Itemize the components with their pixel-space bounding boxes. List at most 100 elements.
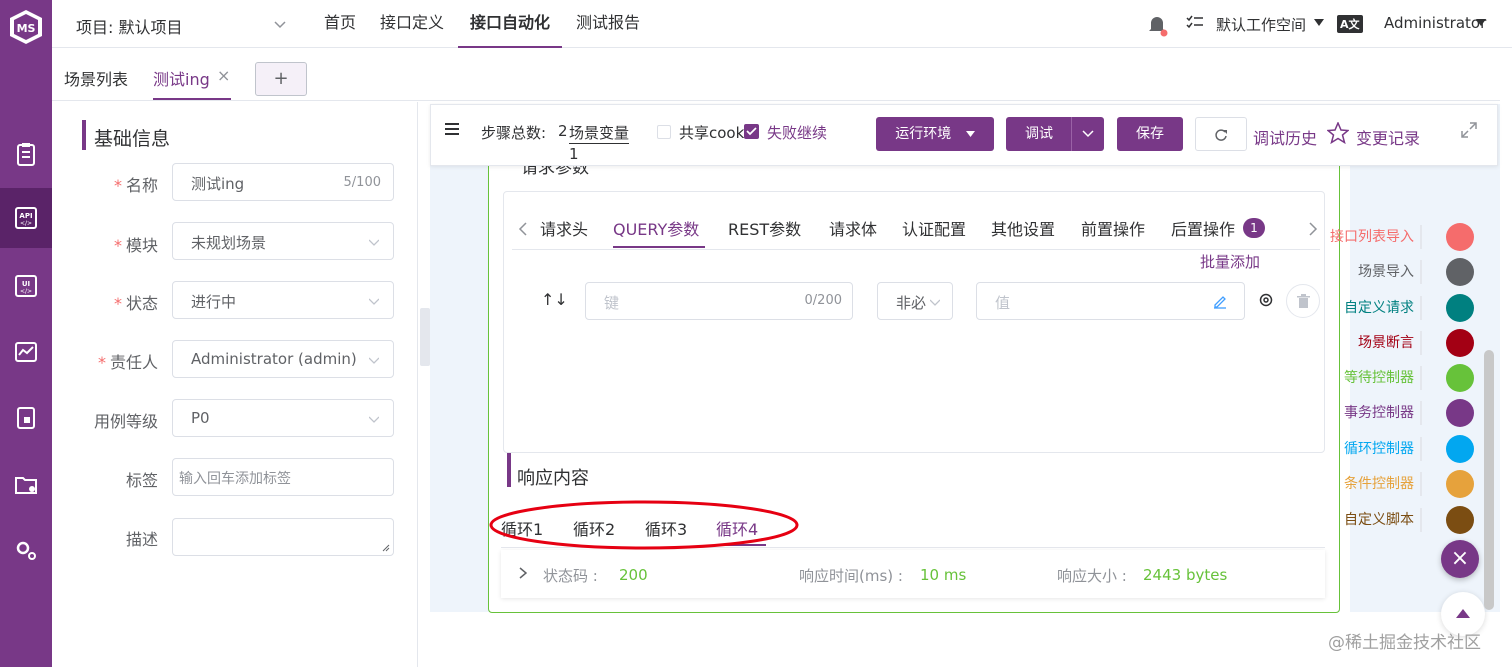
response-time-label: 响应时间(ms) : [799, 567, 903, 585]
caret-down-icon[interactable] [1476, 19, 1486, 27]
tab-request-body[interactable]: 请求体 [829, 216, 877, 240]
name-input[interactable]: 测试ing 5/100 [172, 163, 394, 201]
save-button[interactable]: 保存 [1117, 117, 1183, 151]
tab-pre-operations[interactable]: 前置操作 [1081, 216, 1145, 240]
widget-loop-controller[interactable]: 循环控制器 [1338, 437, 1422, 461]
refresh-icon [1215, 129, 1227, 141]
change-log-link[interactable]: 变更记录 [1356, 125, 1420, 149]
chevron-down-icon [369, 416, 379, 423]
widget-api-list-import[interactable]: 接口列表导入 [1324, 225, 1422, 249]
delete-row-button[interactable] [1286, 284, 1320, 318]
batch-add-link[interactable]: 批量添加 [1200, 251, 1260, 272]
step-total-value: 2 [558, 122, 568, 140]
sidebar-item-track[interactable] [0, 124, 52, 184]
scrollbar-thumb[interactable] [1484, 350, 1494, 610]
film-icon[interactable] [1446, 258, 1474, 286]
tab-request-headers[interactable]: 请求头 [540, 216, 588, 240]
assertion-icon[interactable] [1446, 329, 1474, 357]
nav-test-report[interactable]: 测试报告 [576, 0, 640, 48]
widget-wait-controller[interactable]: 等待控制器 [1338, 366, 1422, 390]
add-tab-button[interactable]: + [255, 62, 307, 96]
widget-custom-request[interactable]: 自定义请求 [1338, 296, 1422, 320]
close-widgets-button[interactable]: × [1441, 540, 1479, 578]
required-select[interactable]: 非必 [877, 282, 953, 320]
widget-scenario-assertion[interactable]: 场景断言 [1352, 331, 1422, 355]
widget-scenario-import[interactable]: 场景导入 [1352, 260, 1422, 284]
desc-textarea[interactable] [172, 518, 394, 556]
sidebar-item-project[interactable] [0, 454, 52, 514]
widget-custom-script[interactable]: 自定义脚本 [1338, 508, 1422, 532]
nav-api-definition[interactable]: 接口定义 [380, 0, 444, 48]
clipboard-icon [17, 143, 35, 166]
fullscreen-icon[interactable] [1461, 122, 1477, 138]
scenario-toolbar: 步骤总数: 2 场景变量 1 共享cook 失败继续 运行环境 调试 保存 调试… [430, 104, 1498, 166]
nav-home[interactable]: 首页 [324, 0, 356, 48]
status-select[interactable]: 进行中 [172, 281, 394, 319]
star-icon[interactable] [1327, 122, 1349, 144]
sidebar-item-report[interactable] [0, 388, 52, 448]
menu-icon[interactable] [445, 123, 459, 135]
widget-condition-controller[interactable]: 条件控制器 [1338, 472, 1422, 496]
chevron-down-icon [369, 357, 379, 364]
chevron-right-icon[interactable] [519, 567, 527, 579]
caret-down-icon[interactable] [1314, 19, 1324, 27]
settings-icon[interactable] [1257, 291, 1275, 309]
sort-arrows-icon[interactable]: ↑↓ [541, 290, 568, 309]
project-selector[interactable]: 项目: 默认项目 [76, 14, 182, 38]
sidebar-item-performance[interactable] [0, 322, 52, 382]
user-menu[interactable]: Administrator [1384, 14, 1486, 32]
owner-select[interactable]: Administrator (admin) [172, 340, 394, 378]
workspace-selector[interactable]: 默认工作空间 [1216, 14, 1306, 35]
owner-label: * 责任人 [97, 353, 158, 372]
widget-transaction-controller[interactable]: 事务控制器 [1338, 401, 1422, 425]
run-environment-button[interactable]: 运行环境 [876, 117, 994, 151]
response-time-value: 10 ms [920, 566, 967, 584]
tag-placeholder: 输入回车添加标签 [179, 471, 291, 487]
close-tab-icon[interactable]: × [217, 66, 230, 85]
response-summary[interactable]: 状态码 : 200 响应时间(ms) : 10 ms 响应大小 : 2443 b… [501, 550, 1325, 598]
tab-auth[interactable]: 认证配置 [902, 216, 966, 240]
task-list-icon[interactable] [1186, 14, 1204, 32]
tab-scenario-list[interactable]: 场景列表 [64, 66, 128, 90]
sliders-icon[interactable] [1446, 294, 1474, 322]
edit-pen-icon[interactable] [1212, 293, 1228, 309]
debug-history-link[interactable]: 调试历史 [1253, 125, 1317, 149]
chevron-down-icon[interactable] [274, 18, 286, 30]
svg-text:MS: MS [17, 22, 36, 35]
code-icon[interactable] [1446, 506, 1474, 534]
bell-icon[interactable] [1146, 13, 1168, 37]
value-input[interactable]: 值 [976, 282, 1245, 320]
sidebar-item-settings[interactable] [0, 520, 52, 580]
chevron-left-icon[interactable] [518, 222, 528, 236]
svg-text:UI: UI [22, 280, 30, 288]
key-input[interactable]: 键 0/200 [585, 282, 853, 320]
tab-rest-params[interactable]: REST参数 [728, 216, 801, 240]
tab-current-scenario[interactable]: 测试ing [153, 66, 210, 90]
level-select[interactable]: P0 [172, 399, 394, 437]
scene-variables-link[interactable]: 场景变量 [569, 122, 630, 144]
share-cookie-checkbox[interactable] [657, 125, 671, 139]
ms-logo-icon[interactable]: MS [8, 9, 44, 45]
sidebar-item-api[interactable]: API </> [0, 188, 52, 248]
tag-input[interactable]: 输入回车添加标签 [172, 458, 394, 496]
tab-post-operations[interactable]: 后置操作 [1171, 216, 1235, 240]
tab-query-params[interactable]: QUERY参数 [613, 216, 699, 240]
resize-handle-icon[interactable] [382, 544, 390, 552]
chevron-right-icon[interactable] [1308, 222, 1318, 236]
branch-icon[interactable] [1446, 399, 1474, 427]
import-icon[interactable] [1446, 223, 1474, 251]
clock-icon[interactable] [1446, 364, 1474, 392]
chevron-down-icon[interactable] [1082, 130, 1094, 138]
refresh-button[interactable] [1195, 117, 1247, 151]
sidebar-item-ui[interactable]: UI </> [0, 256, 52, 316]
loop-icon[interactable] [1446, 435, 1474, 463]
debug-button[interactable]: 调试 [1006, 117, 1104, 151]
module-select[interactable]: 未规划场景 [172, 222, 394, 260]
nav-api-automation[interactable]: 接口自动化 [458, 0, 563, 48]
condition-icon[interactable] [1446, 470, 1474, 498]
tab-other-settings[interactable]: 其他设置 [991, 216, 1055, 240]
language-icon[interactable]: A文 [1337, 15, 1363, 33]
continue-on-fail-checkbox[interactable] [744, 124, 759, 139]
panel-collapse-handle[interactable] [420, 308, 430, 366]
api-icon: API</> [15, 207, 37, 229]
